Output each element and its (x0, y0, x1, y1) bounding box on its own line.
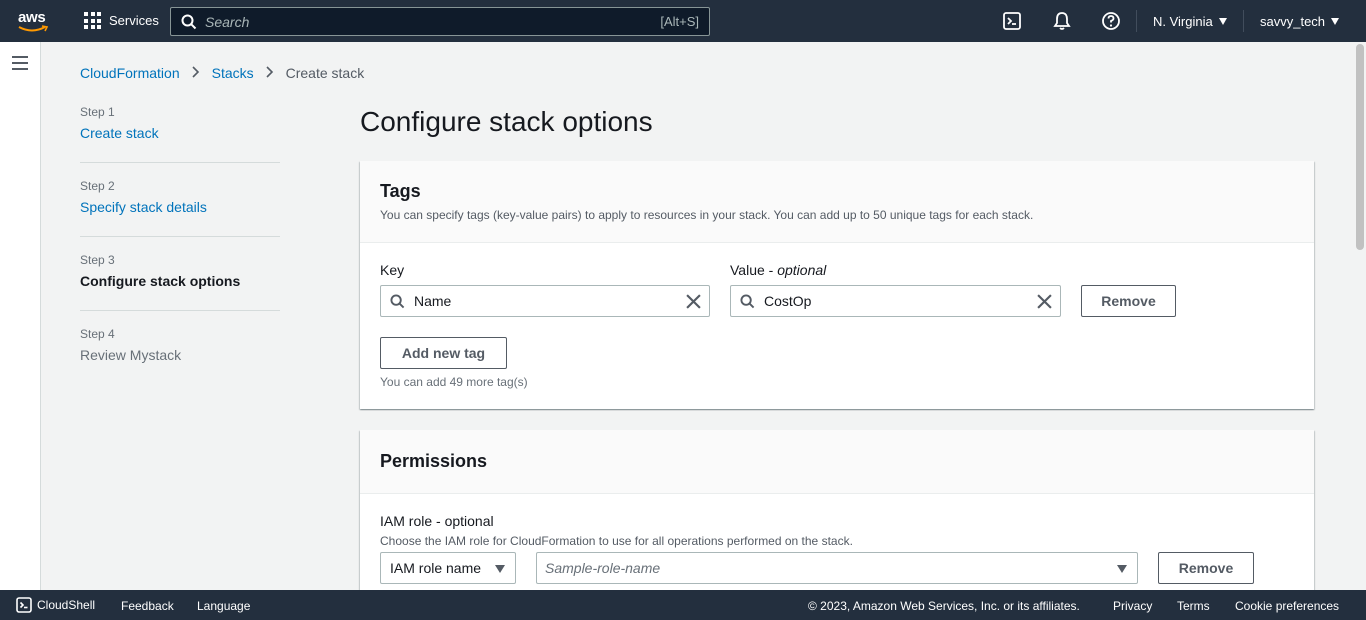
services-menu[interactable]: Services (84, 12, 159, 29)
search-shortcut: [Alt+S] (660, 14, 699, 29)
account-label: savvy_tech (1260, 14, 1326, 29)
clear-icon[interactable] (686, 294, 701, 309)
wizard-step-2: Step 2 Specify stack details (80, 179, 280, 237)
region-selector[interactable]: N. Virginia (1153, 14, 1227, 29)
footer-feedback-link[interactable]: Feedback (121, 599, 174, 613)
nav-divider (1243, 10, 1244, 32)
search-icon (740, 293, 755, 308)
tag-key-field[interactable] (380, 285, 710, 317)
step-link-specify-details[interactable]: Specify stack details (80, 199, 280, 215)
iam-role-type-select[interactable]: IAM role name (380, 552, 516, 584)
chevron-right-icon (192, 65, 200, 81)
menu-icon[interactable] (12, 56, 28, 70)
footer-copyright: © 2023, Amazon Web Services, Inc. or its… (808, 599, 1080, 613)
wizard-step-1: Step 1 Create stack (80, 105, 280, 163)
notifications-bell-icon[interactable] (1052, 11, 1072, 31)
account-menu[interactable]: savvy_tech (1260, 14, 1340, 29)
footer-language-link[interactable]: Language (197, 599, 250, 613)
caret-down-icon (1117, 565, 1127, 573)
side-navigation-rail (0, 42, 41, 590)
permissions-panel: Permissions IAM role - optional Choose t… (360, 430, 1314, 600)
step-disabled-review: Review Mystack (80, 347, 182, 363)
step-number: Step 3 (80, 253, 115, 267)
iam-role-name-select[interactable]: Sample-role-name (536, 552, 1138, 584)
step-number: Step 4 (80, 327, 115, 341)
iam-role-label: IAM role - optional (380, 513, 494, 529)
top-navigation: aws Services [Alt+S] N. Virginia (0, 0, 1366, 42)
step-link-create-stack[interactable]: Create stack (80, 125, 280, 141)
page-scrollbar[interactable] (1354, 42, 1366, 590)
value-label: Value - optional (730, 262, 826, 278)
tag-value-field[interactable] (730, 285, 1061, 317)
wizard-step-4: Step 4 Review Mystack (80, 327, 280, 385)
remove-role-button[interactable]: Remove (1158, 552, 1254, 584)
step-current-configure-options: Configure stack options (80, 273, 241, 289)
cloudshell-icon[interactable] (1002, 11, 1022, 31)
tags-panel: Tags You can specify tags (key-value pai… (360, 161, 1314, 409)
search-icon (390, 293, 405, 308)
iam-role-name-placeholder: Sample-role-name (545, 560, 661, 576)
caret-down-icon (1331, 18, 1340, 25)
nav-divider (1136, 10, 1137, 32)
cloudshell-icon (16, 597, 32, 613)
permissions-title: Permissions (380, 451, 488, 471)
tags-remaining-hint: You can add 49 more tag(s) (380, 375, 528, 389)
search-icon (181, 14, 197, 29)
value-label-prefix: Value - (730, 262, 778, 278)
value-label-optional: optional (777, 262, 827, 278)
breadcrumb-current: Create stack (285, 65, 365, 81)
grid-icon (84, 12, 101, 29)
iam-role-type-value: IAM role name (390, 560, 482, 576)
tags-title: Tags (380, 181, 421, 201)
tag-value-input[interactable] (764, 293, 1004, 309)
step-number: Step 1 (80, 105, 115, 119)
tags-panel-header: Tags You can specify tags (key-value pai… (360, 161, 1314, 243)
caret-down-icon (1218, 18, 1227, 25)
key-label: Key (380, 262, 405, 278)
step-number: Step 2 (80, 179, 115, 193)
tags-description: You can specify tags (key-value pairs) t… (380, 208, 1034, 222)
iam-role-description: Choose the IAM role for CloudFormation t… (380, 534, 853, 548)
clear-icon[interactable] (1037, 294, 1052, 309)
breadcrumb: CloudFormation Stacks Create stack (80, 65, 364, 81)
permissions-panel-header: Permissions (360, 430, 1314, 494)
caret-down-icon (495, 565, 505, 573)
footer-privacy-link[interactable]: Privacy (1113, 599, 1152, 613)
region-label: N. Virginia (1153, 14, 1213, 29)
search-input[interactable] (205, 13, 625, 30)
aws-smile-icon (18, 25, 49, 32)
breadcrumb-stacks[interactable]: Stacks (212, 65, 254, 81)
services-label: Services (109, 13, 159, 28)
wizard-steps: Step 1 Create stack Step 2 Specify stack… (80, 105, 280, 401)
footer-terms-link[interactable]: Terms (1177, 599, 1210, 613)
help-icon[interactable] (1101, 11, 1121, 31)
search-box[interactable]: [Alt+S] (170, 7, 710, 36)
footer-cookie-preferences-link[interactable]: Cookie preferences (1235, 599, 1339, 613)
breadcrumb-cloudformation[interactable]: CloudFormation (80, 65, 180, 81)
remove-tag-button[interactable]: Remove (1081, 285, 1176, 317)
wizard-step-3: Step 3 Configure stack options (80, 253, 280, 311)
footer-cloudshell-label: CloudShell (37, 598, 96, 612)
scrollbar-thumb[interactable] (1356, 44, 1364, 250)
footer: CloudShell Feedback Language © 2023, Ama… (0, 590, 1366, 620)
page-title: Configure stack options (360, 106, 653, 137)
tag-key-input[interactable] (414, 293, 654, 309)
aws-logo-text: aws (18, 9, 46, 26)
aws-logo[interactable]: aws (18, 9, 50, 33)
add-new-tag-button[interactable]: Add new tag (380, 337, 507, 369)
footer-cloudshell[interactable]: CloudShell (16, 597, 95, 613)
chevron-right-icon (266, 65, 274, 81)
